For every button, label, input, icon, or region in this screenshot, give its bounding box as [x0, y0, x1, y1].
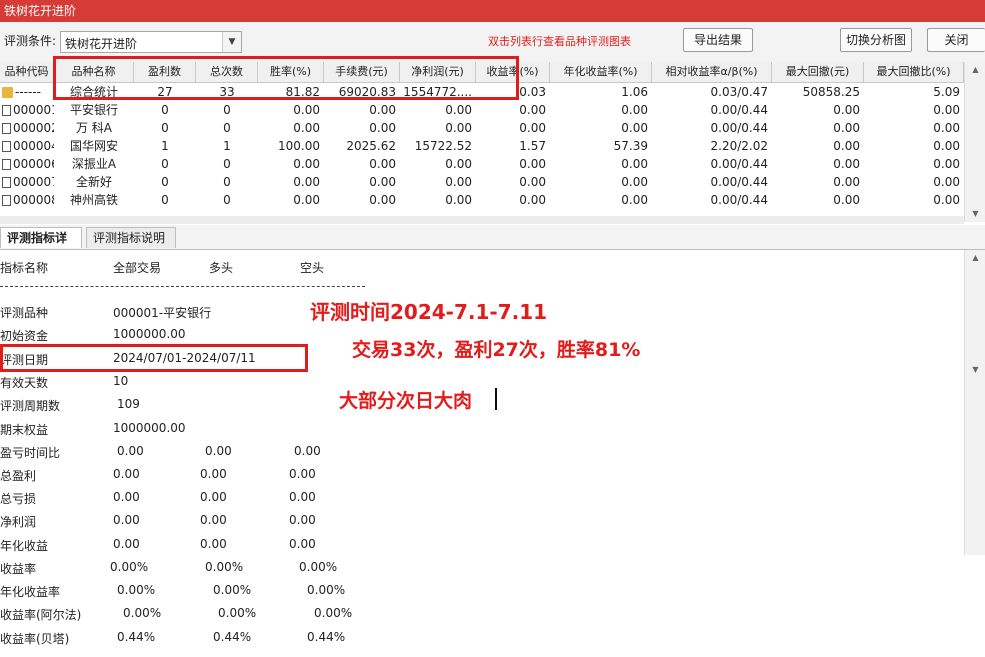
condition-select[interactable]: 铁树花开进阶 ▼	[60, 31, 242, 53]
detail-label: 评测日期	[0, 353, 49, 367]
table-row[interactable]: 000007 全新好 0 0 0.00 0.00 0.00 0.00 0.00 …	[0, 173, 964, 191]
detail-value: 1000000.00	[113, 327, 186, 341]
row-checkbox[interactable]	[2, 195, 11, 206]
table-row[interactable]: 000002 万 科A 0 0 0.00 0.00 0.00 0.00 0.00…	[0, 119, 964, 137]
detail-tabbar: 评测指标详情 评测指标说明	[0, 225, 985, 266]
col-header-annual[interactable]: 年化收益率(%)	[550, 62, 652, 82]
text-cursor	[495, 388, 497, 410]
table-vertical-scrollbar[interactable]: ▲ ▼	[964, 62, 985, 222]
tab-detail[interactable]: 评测指标详情	[0, 227, 82, 266]
detail-label: 初始资金	[0, 329, 49, 343]
table-row[interactable]: 000001 平安银行 0 0 0.00 0.00 0.00 0.00 0.00…	[0, 101, 964, 119]
switch-chart-button[interactable]: 切换分析图	[840, 28, 912, 52]
detail-label: 评测周期数	[0, 399, 61, 413]
hint-text: 双击列表行查看品种评测图表	[488, 35, 631, 48]
toolbar: 评测条件: 铁树花开进阶 ▼ 双击列表行查看品种评测图表 导出结果 切换分析图 …	[0, 22, 985, 63]
detail-label: 总亏损	[0, 492, 37, 506]
detail-value: 10	[113, 374, 129, 388]
detail-label: 评测品种	[0, 306, 49, 320]
detail-label: 期末权益	[0, 423, 49, 437]
close-button[interactable]: 关闭	[927, 28, 985, 52]
window-title-bar: 铁树花开进阶	[0, 0, 985, 22]
detail-label: 盈亏时间比	[0, 446, 61, 460]
col-header-alpha-beta[interactable]: 相对收益率α/β(%)	[652, 62, 772, 82]
row-checkbox[interactable]	[2, 159, 11, 170]
row-checkbox[interactable]	[2, 141, 11, 152]
scroll-down-icon[interactable]: ▼	[965, 362, 985, 378]
detail-col-long: 多头	[209, 261, 234, 275]
col-header-name[interactable]: 品种名称	[54, 62, 134, 82]
annotation-text-period: 评测时间2024-7.1-7.11	[310, 300, 548, 324]
detail-label: 年化收益率	[0, 585, 61, 599]
condition-label: 评测条件:	[4, 34, 57, 48]
table-row[interactable]: ------ 综合统计 27 33 81.82 69020.83 1554772…	[0, 83, 964, 101]
detail-value: 2024/07/01-2024/07/11	[113, 351, 256, 365]
row-checkbox[interactable]	[2, 177, 11, 188]
chevron-down-icon[interactable]: ▼	[222, 32, 241, 52]
table-horizontal-scrollbar[interactable]	[0, 216, 964, 224]
summary-icon	[2, 87, 13, 98]
detail-col-short: 空头	[300, 261, 325, 275]
table-row[interactable]: 000004 国华网安 1 1 100.00 2025.62 15722.52 …	[0, 137, 964, 155]
detail-label: 收益率(贝塔)	[0, 632, 70, 646]
table-row[interactable]: 000006 深振业A 0 0 0.00 0.00 0.00 0.00 0.00…	[0, 155, 964, 173]
detail-label: 收益率(阿尔法)	[0, 608, 82, 622]
table-header: 品种代码 品种名称 盈利数 总次数 胜率(%) 手续费(元) 净利润(元) 收益…	[0, 62, 964, 83]
detail-label: 有效天数	[0, 376, 49, 390]
detail-label: 收益率	[0, 562, 37, 576]
detail-label: 总盈利	[0, 469, 37, 483]
col-header-profit[interactable]: 净利润(元)	[400, 62, 476, 82]
col-header-rate[interactable]: 胜率(%)	[258, 62, 324, 82]
annotation-text-comment: 大部分次日大肉	[339, 390, 473, 412]
detail-col-all: 全部交易	[113, 261, 162, 275]
window-title: 铁树花开进阶	[4, 4, 77, 18]
scroll-up-icon[interactable]: ▲	[965, 62, 985, 78]
col-header-code[interactable]: 品种代码	[0, 62, 54, 82]
results-table: 品种代码 品种名称 盈利数 总次数 胜率(%) 手续费(元) 净利润(元) 收益…	[0, 62, 964, 216]
table-row[interactable]: 000008 神州高铁 0 0 0.00 0.00 0.00 0.00 0.00…	[0, 191, 964, 209]
col-header-fee[interactable]: 手续费(元)	[324, 62, 400, 82]
detail-value: 109	[117, 397, 140, 411]
tab-explain[interactable]: 评测指标说明	[86, 227, 176, 248]
detail-value: 000001-平安银行	[113, 306, 212, 320]
col-header-drawdown-ratio[interactable]: 最大回撤比(%)	[864, 62, 964, 82]
detail-col-name: 指标名称	[0, 261, 49, 275]
col-header-total[interactable]: 总次数	[196, 62, 258, 82]
detail-vertical-scrollbar[interactable]: ▲ ▼	[964, 250, 985, 555]
condition-select-value: 铁树花开进阶	[65, 37, 138, 51]
scroll-up-icon[interactable]: ▲	[965, 250, 985, 266]
detail-value: 1000000.00	[113, 421, 186, 435]
blank-corner	[965, 555, 985, 657]
col-header-win[interactable]: 盈利数	[134, 62, 196, 82]
scroll-down-icon[interactable]: ▼	[965, 206, 985, 222]
detail-divider	[0, 286, 365, 287]
col-header-drawdown[interactable]: 最大回撤(元)	[772, 62, 864, 82]
detail-label: 年化收益	[0, 539, 49, 553]
detail-label: 净利润	[0, 515, 37, 529]
export-button[interactable]: 导出结果	[683, 28, 753, 52]
row-checkbox[interactable]	[2, 123, 11, 134]
annotation-text-stats: 交易33次，盈利27次，胜率81%	[352, 339, 641, 361]
col-header-return[interactable]: 收益率(%)	[476, 62, 550, 82]
row-checkbox[interactable]	[2, 105, 11, 116]
